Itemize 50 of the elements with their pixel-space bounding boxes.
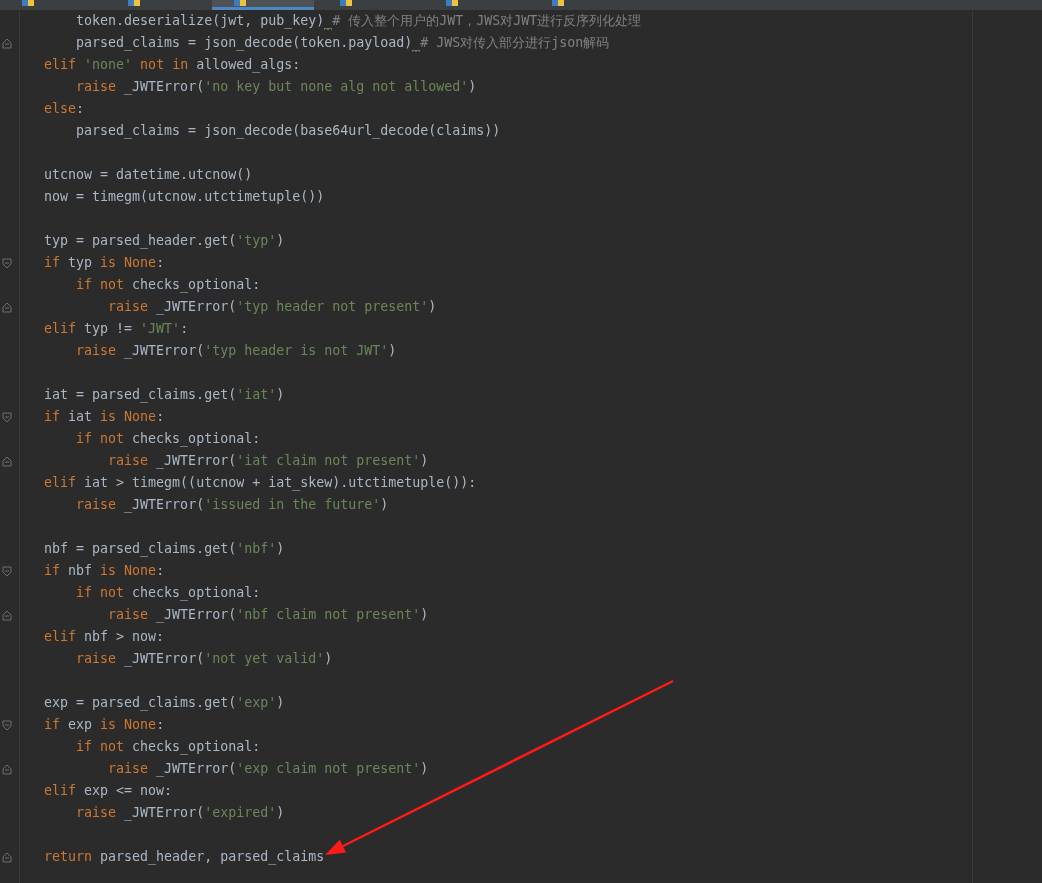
code-line: if iat is None: bbox=[43, 408, 165, 426]
fold-marker-icon[interactable] bbox=[2, 37, 12, 49]
code-line: raise _JWTError('expired') bbox=[75, 804, 285, 823]
code-line: if typ is None: bbox=[43, 254, 165, 272]
fold-marker-icon[interactable] bbox=[2, 763, 12, 775]
code-line: elif iat > timegm((utcnow + iat_skew).utctimetuple()): bbox=[43, 474, 477, 493]
code-line: elif typ != 'JWT': bbox=[43, 320, 189, 338]
python-file-icon bbox=[128, 0, 140, 6]
fold-marker-icon[interactable] bbox=[2, 851, 12, 863]
code-line: typ = parsed_header.get('typ') bbox=[43, 232, 285, 251]
fold-marker-icon[interactable] bbox=[2, 411, 12, 423]
code-line: utcnow = datetime.utcnow() bbox=[43, 166, 253, 184]
code-line: else: bbox=[43, 100, 85, 118]
code-line: elif nbf > now: bbox=[43, 628, 165, 646]
python-file-icon bbox=[22, 0, 34, 6]
code-line: raise _JWTError('nbf claim not present') bbox=[107, 606, 429, 625]
code-line: if not checks_optional: bbox=[75, 276, 261, 295]
code-line: parsed_claims = json_decode(base64url_decode(claims)) bbox=[75, 122, 501, 141]
code-line: if exp is None: bbox=[43, 716, 165, 734]
code-line: raise _JWTError('iat claim not present') bbox=[107, 452, 429, 471]
code-line: return parsed_header, parsed_claims bbox=[43, 848, 325, 867]
code-line: exp = parsed_claims.get('exp') bbox=[43, 694, 285, 713]
editor-tab[interactable] bbox=[212, 0, 314, 10]
code-line: elif exp <= now: bbox=[43, 782, 173, 800]
code-line: if not checks_optional: bbox=[75, 584, 261, 603]
code-line: now = timegm(utcnow.utctimetuple()) bbox=[43, 188, 325, 206]
python-file-icon bbox=[446, 0, 458, 6]
python-file-icon bbox=[234, 0, 246, 6]
code-line: if not checks_optional: bbox=[75, 738, 261, 757]
code-line: elif 'none' not in allowed_algs: bbox=[43, 56, 301, 75]
fold-marker-icon[interactable] bbox=[2, 455, 12, 467]
code-line: iat = parsed_claims.get('iat') bbox=[43, 386, 285, 405]
code-line: token.deserialize(jwt, pub_key) # 传入整个用户的JWT，JWS对JWT进行反序列化处理 bbox=[12, 10, 642, 32]
code-line: raise _JWTError('exp claim not present') bbox=[107, 760, 429, 779]
fold-marker-icon[interactable] bbox=[2, 719, 12, 731]
code-line: if nbf is None: bbox=[43, 562, 165, 580]
fold-marker-icon[interactable] bbox=[2, 301, 12, 313]
python-file-icon bbox=[552, 0, 564, 6]
fold-marker-icon[interactable] bbox=[2, 609, 12, 621]
code-line: if not checks_optional: bbox=[75, 430, 261, 449]
code-line: raise _JWTError('no key but none alg not allowed') bbox=[75, 78, 477, 97]
code-line: raise _JWTError('typ header not present') bbox=[107, 298, 437, 317]
python-file-icon bbox=[340, 0, 352, 6]
code-line: raise _JWTError('typ header is not JWT') bbox=[75, 342, 397, 361]
fold-marker-icon[interactable] bbox=[2, 565, 12, 577]
code-line: raise _JWTError('issued in the future') bbox=[75, 496, 389, 515]
code-line: raise _JWTError('not yet valid') bbox=[75, 650, 333, 669]
code-line: nbf = parsed_claims.get('nbf') bbox=[43, 540, 285, 559]
fold-marker-icon[interactable] bbox=[2, 257, 12, 269]
code-line: parsed_claims = json_decode(token.payload) # JWS对传入部分进行json解码 bbox=[12, 32, 610, 54]
